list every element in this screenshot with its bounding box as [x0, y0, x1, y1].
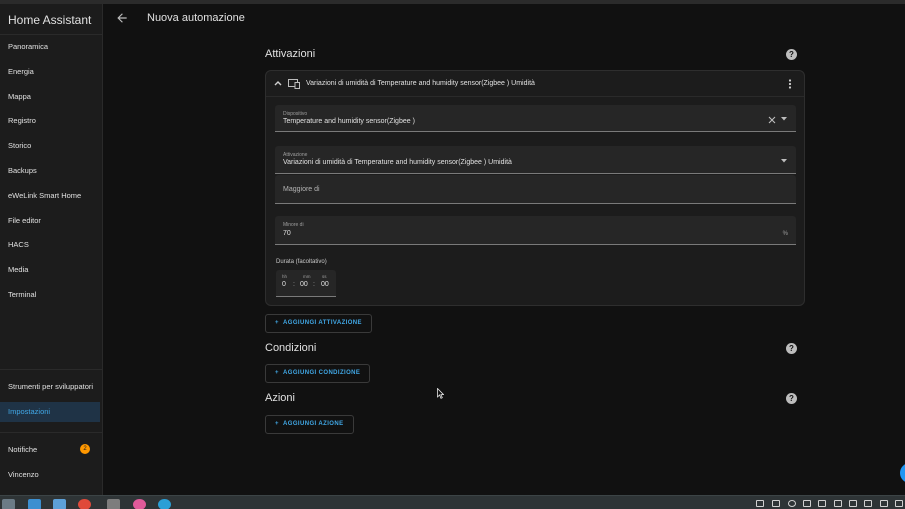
device-field-label: Dispositivo: [283, 111, 308, 117]
tray-icon[interactable]: [834, 500, 842, 507]
sidebar-divider: [0, 432, 103, 433]
trigger-type-select[interactable]: Attivazione Variazioni di umidità di Tem…: [275, 146, 796, 174]
taskbar-app-icon[interactable]: [133, 499, 146, 509]
help-circle-icon[interactable]: ?: [786, 393, 797, 404]
add-condition-label: AGGIUNGI CONDIZIONE: [283, 370, 361, 376]
trigger-card-header[interactable]: Variazioni di umidità di Temperature and…: [266, 71, 804, 97]
sidebar-item-settings[interactable]: Impostazioni: [0, 402, 100, 422]
taskbar-app-icon[interactable]: [2, 499, 15, 509]
sidebar-divider: [0, 34, 103, 35]
device-select[interactable]: Dispositivo Temperature and humidity sen…: [275, 105, 796, 132]
page-title: Nuova automazione: [147, 12, 245, 24]
duration-ss-label: ss: [322, 274, 327, 279]
notifications-label: Notifiche: [8, 445, 38, 454]
save-fab-button[interactable]: [900, 463, 905, 483]
above-input[interactable]: Maggiore di: [275, 175, 796, 204]
duration-minutes[interactable]: 00: [300, 281, 308, 288]
add-condition-button[interactable]: + AGGIUNGI CONDIZIONE: [265, 364, 371, 383]
actions-section-title: Azioni: [265, 392, 295, 404]
below-field-value: 70: [283, 230, 291, 237]
tray-icon[interactable]: [880, 500, 888, 507]
menu-down-icon[interactable]: [781, 117, 787, 121]
add-action-button[interactable]: + AGGIUNGI AZIONE: [265, 415, 354, 434]
os-taskbar: [0, 495, 905, 509]
sidebar-item-panoramica[interactable]: Panoramica: [0, 37, 100, 57]
sidebar-item-ewelink[interactable]: eWeLink Smart Home: [0, 186, 100, 206]
tray-icon[interactable]: [788, 500, 796, 507]
sidebar: Home Assistant Panoramica Energia Mappa …: [0, 4, 103, 495]
menu-down-icon[interactable]: [781, 159, 787, 163]
add-trigger-button[interactable]: + AGGIUNGI ATTIVAZIONE: [265, 314, 372, 333]
sidebar-item-hacs[interactable]: HACS: [0, 235, 100, 255]
chevron-up-icon[interactable]: [274, 80, 282, 86]
trigger-card-title: Variazioni di umidità di Temperature and…: [306, 80, 535, 87]
device-field-value: Temperature and humidity sensor(Zigbee ): [283, 118, 415, 125]
duration-label: Durata (facoltativo): [276, 259, 327, 265]
below-field-label: Minore di: [283, 222, 304, 228]
taskbar-app-icon[interactable]: [53, 499, 66, 509]
chrome-icon[interactable]: [78, 499, 91, 509]
sidebar-item-backups[interactable]: Backups: [0, 161, 100, 181]
taskbar-app-icon[interactable]: [107, 499, 120, 509]
duration-seconds[interactable]: 00: [321, 281, 329, 288]
duration-mm-label: mm: [303, 274, 311, 279]
trigger-field-value: Variazioni di umidità di Temperature and…: [283, 159, 512, 166]
sidebar-item-terminal[interactable]: Terminal: [0, 285, 100, 305]
taskbar-app-icon[interactable]: [28, 499, 41, 509]
tray-icon[interactable]: [803, 500, 811, 507]
tray-icon[interactable]: [772, 500, 780, 507]
tray-icon[interactable]: [756, 500, 764, 507]
duration-separator: :: [293, 281, 295, 288]
close-icon[interactable]: [768, 116, 776, 124]
trigger-field-label: Attivazione: [283, 152, 308, 158]
duration-hh-label: hh: [282, 274, 288, 279]
tray-icon[interactable]: [864, 500, 872, 507]
telegram-icon[interactable]: [158, 499, 171, 509]
tray-icon[interactable]: [818, 500, 826, 507]
top-bar: Nuova automazione: [103, 4, 905, 32]
sidebar-item-storico[interactable]: Storico: [0, 136, 100, 156]
below-field-unit: %: [782, 231, 788, 237]
sidebar-item-file-editor[interactable]: File editor: [0, 211, 100, 231]
add-trigger-label: AGGIUNGI ATTIVAZIONE: [283, 320, 362, 326]
sidebar-divider: [0, 369, 103, 370]
plus-icon: +: [275, 421, 279, 427]
sidebar-item-energia[interactable]: Energia: [0, 62, 100, 82]
devices-icon: [288, 79, 300, 89]
dots-vertical-icon[interactable]: [788, 79, 792, 89]
duration-separator: :: [313, 281, 315, 288]
notification-count-badge: 2: [80, 444, 90, 454]
tray-icon[interactable]: [849, 500, 857, 507]
mouse-cursor-icon: [437, 388, 444, 399]
sidebar-item-media[interactable]: Media: [0, 260, 100, 280]
help-circle-icon[interactable]: ?: [786, 49, 797, 60]
sidebar-item-mappa[interactable]: Mappa: [0, 87, 100, 107]
conditions-section-title: Condizioni: [265, 342, 317, 354]
sidebar-item-developer-tools[interactable]: Strumenti per sviluppatori: [0, 377, 100, 397]
tray-icon[interactable]: [895, 500, 903, 507]
help-circle-icon[interactable]: ?: [786, 343, 797, 354]
below-input[interactable]: Minore di 70 %: [275, 216, 796, 245]
trigger-card: Variazioni di umidità di Temperature and…: [265, 70, 805, 306]
plus-icon: +: [275, 320, 279, 326]
arrow-left-icon[interactable]: [115, 11, 129, 25]
duration-hours[interactable]: 0: [282, 281, 286, 288]
app-title: Home Assistant: [8, 13, 92, 27]
duration-input[interactable]: hh mm ss 0 : 00 : 00: [276, 270, 336, 297]
plus-icon: +: [275, 370, 279, 376]
sidebar-item-user[interactable]: Vincenzo: [0, 465, 100, 485]
sidebar-item-notifications[interactable]: Notifiche 2: [0, 440, 100, 460]
add-action-label: AGGIUNGI AZIONE: [283, 421, 344, 427]
sidebar-item-registro[interactable]: Registro: [0, 111, 100, 131]
triggers-section-title: Attivazioni: [265, 48, 316, 60]
above-field-placeholder: Maggiore di: [283, 186, 320, 193]
